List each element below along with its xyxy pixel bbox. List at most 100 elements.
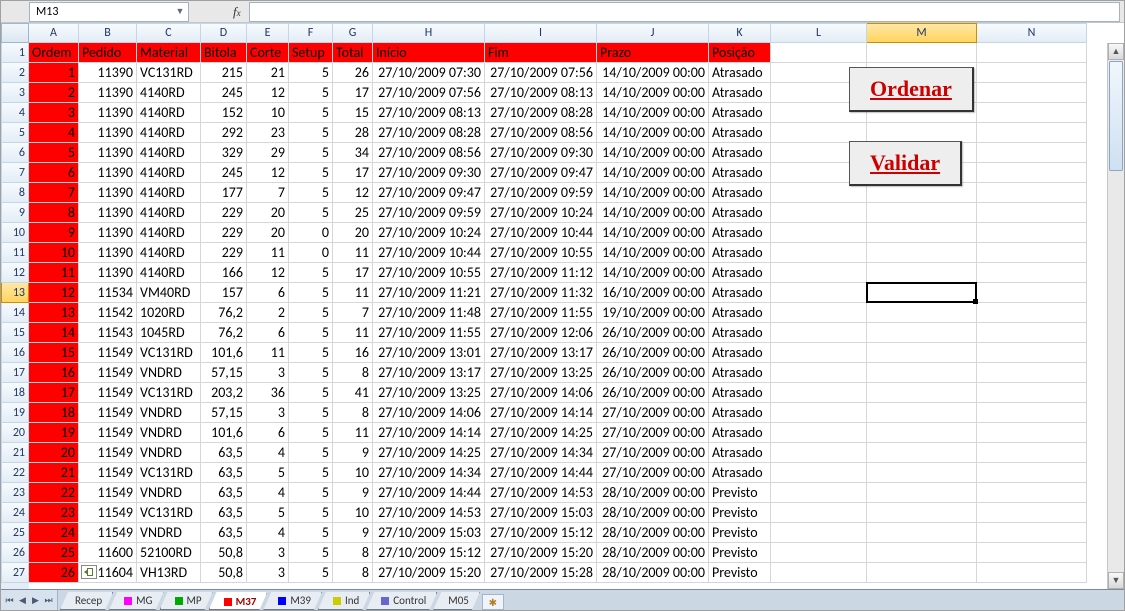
cell[interactable] — [867, 423, 977, 443]
validar-button[interactable]: Validar — [849, 141, 962, 186]
cell[interactable]: 11 — [29, 263, 79, 283]
cell[interactable]: 27/10/2009 14:53 — [485, 483, 597, 503]
cell[interactable] — [771, 483, 867, 503]
cell[interactable]: 11 — [333, 423, 373, 443]
cell[interactable]: 26/10/2009 00:00 — [597, 323, 709, 343]
cell[interactable]: 10 — [29, 243, 79, 263]
ordenar-button[interactable]: Ordenar — [849, 67, 974, 112]
row-header-5[interactable]: 5 — [1, 123, 29, 143]
cell[interactable]: 14/10/2009 00:00 — [597, 143, 709, 163]
cell[interactable]: 11390 — [79, 143, 137, 163]
cell[interactable] — [977, 283, 1087, 303]
cell[interactable] — [977, 223, 1087, 243]
cell[interactable]: 27/10/2009 13:01 — [373, 343, 485, 363]
cell[interactable]: 101,6 — [201, 343, 247, 363]
sheet-tab-recep[interactable]: Recep — [60, 592, 113, 610]
cell[interactable] — [771, 203, 867, 223]
cell[interactable]: 63,5 — [201, 523, 247, 543]
cell[interactable]: 229 — [201, 223, 247, 243]
cell[interactable]: VC131RD — [137, 503, 201, 523]
cell[interactable] — [867, 403, 977, 423]
row-header-4[interactable]: 4 — [1, 103, 29, 123]
cell[interactable]: 0 — [289, 223, 333, 243]
cell[interactable]: 6 — [247, 423, 289, 443]
cell[interactable]: 177 — [201, 183, 247, 203]
cell[interactable]: 27/10/2009 09:47 — [373, 183, 485, 203]
cell[interactable]: 15 — [333, 103, 373, 123]
cell[interactable]: 5 — [289, 343, 333, 363]
cell[interactable]: 5 — [289, 563, 333, 583]
cell[interactable] — [867, 223, 977, 243]
cell[interactable]: 10 — [247, 103, 289, 123]
cell[interactable]: VC131RD — [137, 463, 201, 483]
cell[interactable]: 26/10/2009 00:00 — [597, 383, 709, 403]
cell[interactable]: 27/10/2009 10:44 — [485, 223, 597, 243]
cell[interactable] — [977, 563, 1087, 583]
cell[interactable]: 5 — [289, 203, 333, 223]
cell[interactable]: 19 — [29, 423, 79, 443]
cell[interactable]: Total — [333, 43, 373, 63]
row-header-3[interactable]: 3 — [1, 83, 29, 103]
row-header-6[interactable]: 6 — [1, 143, 29, 163]
cell[interactable]: 41 — [333, 383, 373, 403]
cell[interactable]: 5 — [289, 463, 333, 483]
cell[interactable]: 11390 — [79, 83, 137, 103]
cell[interactable] — [977, 363, 1087, 383]
cell[interactable]: 27/10/2009 13:17 — [485, 343, 597, 363]
cell[interactable]: 5 — [289, 543, 333, 563]
cell[interactable]: Previsto — [709, 543, 771, 563]
cell[interactable]: 17 — [333, 163, 373, 183]
cell[interactable]: 5 — [289, 183, 333, 203]
cell[interactable] — [771, 283, 867, 303]
cell[interactable]: 27/10/2009 14:25 — [373, 443, 485, 463]
cell[interactable] — [771, 463, 867, 483]
cell[interactable] — [867, 303, 977, 323]
cell[interactable]: 29 — [247, 143, 289, 163]
cell[interactable]: Material — [137, 43, 201, 63]
cell[interactable]: 14/10/2009 00:00 — [597, 163, 709, 183]
cell[interactable]: Atrasado — [709, 283, 771, 303]
cell[interactable]: 5 — [289, 423, 333, 443]
cell[interactable] — [867, 383, 977, 403]
cell[interactable]: 5 — [289, 383, 333, 403]
cell[interactable] — [771, 523, 867, 543]
cell[interactable]: 27/10/2009 07:56 — [373, 83, 485, 103]
cell[interactable]: 27/10/2009 10:24 — [373, 223, 485, 243]
cell[interactable]: 17 — [333, 263, 373, 283]
column-header-A[interactable]: A — [29, 23, 79, 43]
cell[interactable] — [977, 403, 1087, 423]
cell[interactable]: 4140RD — [137, 103, 201, 123]
cell[interactable]: 28 — [333, 123, 373, 143]
cell[interactable]: 11549 — [79, 423, 137, 443]
cell[interactable]: 26 — [333, 63, 373, 83]
cell[interactable] — [771, 43, 867, 63]
cell[interactable] — [977, 323, 1087, 343]
row-header-8[interactable]: 8 — [1, 183, 29, 203]
tab-nav-prev-icon[interactable]: ◀ — [16, 591, 29, 609]
cell[interactable] — [867, 363, 977, 383]
cell[interactable]: 11549 — [79, 483, 137, 503]
cell[interactable]: Atrasado — [709, 303, 771, 323]
cell[interactable] — [977, 243, 1087, 263]
cell[interactable]: VNDRD — [137, 523, 201, 543]
cell[interactable]: 27/10/2009 13:25 — [485, 363, 597, 383]
column-header-F[interactable]: F — [289, 23, 333, 43]
cell[interactable]: 27/10/2009 11:32 — [485, 283, 597, 303]
cell[interactable]: 27/10/2009 15:12 — [485, 523, 597, 543]
cell[interactable]: 27/10/2009 08:13 — [373, 103, 485, 123]
sheet-tab-m05[interactable]: M05 — [433, 592, 480, 610]
cell[interactable]: VM40RD — [137, 283, 201, 303]
column-header-L[interactable]: L — [771, 23, 867, 43]
cell[interactable] — [977, 503, 1087, 523]
cell[interactable]: 11 — [247, 343, 289, 363]
cell[interactable]: 5 — [289, 483, 333, 503]
sheet-tab-mg[interactable]: MG — [109, 592, 163, 610]
cell[interactable]: 2 — [29, 83, 79, 103]
cell[interactable] — [867, 343, 977, 363]
cell[interactable]: 14/10/2009 00:00 — [597, 123, 709, 143]
cell[interactable]: Atrasado — [709, 443, 771, 463]
name-box-dropdown-icon[interactable]: ▼ — [172, 6, 188, 17]
cell[interactable] — [771, 423, 867, 443]
cell[interactable]: 14/10/2009 00:00 — [597, 103, 709, 123]
cell[interactable]: 245 — [201, 83, 247, 103]
